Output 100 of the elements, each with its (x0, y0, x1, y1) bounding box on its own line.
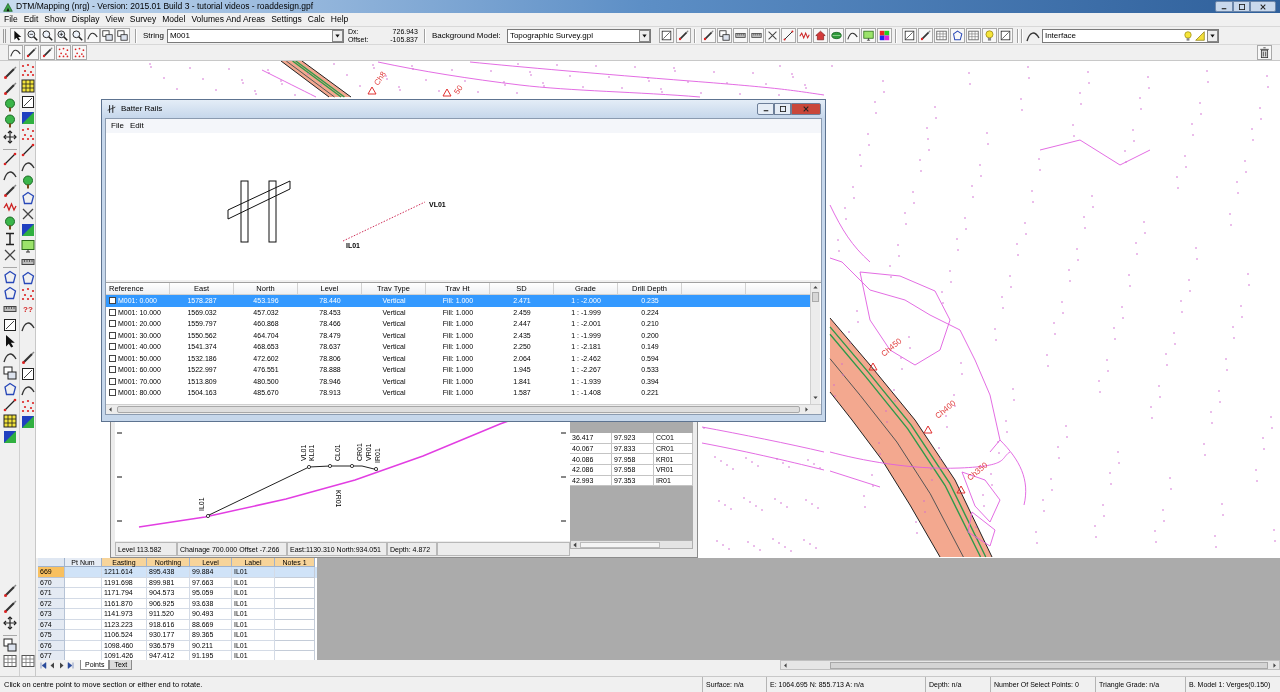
maximize-button[interactable] (1233, 1, 1250, 12)
tree-icon[interactable] (21, 175, 35, 189)
menu-item[interactable]: View (102, 15, 127, 24)
wave-icon[interactable] (796, 28, 812, 43)
row-checkbox[interactable] (109, 343, 116, 351)
arrow-left-icon[interactable] (49, 661, 56, 669)
pen-icon[interactable] (3, 600, 17, 614)
tree-icon[interactable] (3, 114, 17, 128)
split-square-icon[interactable] (3, 430, 17, 444)
caret-icon[interactable] (1206, 29, 1218, 42)
row-checkbox[interactable] (109, 297, 116, 305)
table-icon[interactable] (21, 654, 35, 668)
menu-item[interactable]: File (1, 15, 21, 24)
horizontal-scrollbar[interactable] (570, 540, 693, 549)
polygon-icon[interactable] (949, 28, 965, 43)
close-button[interactable] (1250, 1, 1276, 12)
polygon-icon[interactable] (3, 286, 17, 300)
scrollbar-thumb[interactable] (117, 406, 800, 413)
pointer-icon[interactable] (3, 334, 17, 348)
table-icon[interactable] (965, 28, 981, 43)
line-icon[interactable] (3, 152, 17, 166)
polygon-icon[interactable] (21, 271, 35, 285)
arrow-right-icon[interactable] (802, 405, 811, 414)
magnifier-icon[interactable] (40, 28, 55, 43)
horizontal-scrollbar[interactable] (780, 660, 1280, 670)
windows-icon[interactable] (100, 28, 115, 43)
skip-forward-icon[interactable] (67, 661, 74, 669)
query-button[interactable]: ?? (21, 303, 35, 317)
curve-icon[interactable] (8, 45, 23, 60)
windows-icon[interactable] (115, 28, 130, 43)
magnifier-plus-icon[interactable] (55, 28, 70, 43)
ruler-icon[interactable] (748, 28, 764, 43)
pen-icon[interactable] (675, 28, 691, 43)
maximize-button[interactable] (774, 103, 791, 115)
palette-icon[interactable] (876, 28, 892, 43)
windows-icon[interactable] (3, 638, 17, 652)
table-icon[interactable] (933, 28, 949, 43)
curve-icon[interactable] (21, 319, 35, 333)
minimize-button[interactable] (1215, 1, 1233, 12)
split-square-icon[interactable] (21, 223, 35, 237)
vertical-scrollbar[interactable] (810, 283, 820, 404)
arrow-left-icon[interactable] (781, 660, 790, 670)
square-icon[interactable] (21, 95, 35, 109)
polygon-icon[interactable] (3, 382, 17, 396)
leaf-icon[interactable] (828, 28, 844, 43)
row-checkbox[interactable] (109, 366, 116, 374)
row-checkbox[interactable] (109, 331, 116, 339)
line-icon[interactable] (21, 143, 35, 157)
dots-icon[interactable] (21, 63, 35, 77)
pen-icon[interactable] (917, 28, 933, 43)
pen-icon[interactable] (40, 45, 55, 60)
row-checkbox[interactable] (109, 320, 116, 328)
pen-icon[interactable] (3, 584, 17, 598)
menu-item[interactable]: Volumes And Areas (188, 15, 269, 24)
menu-item[interactable]: Model (159, 15, 189, 24)
curve-icon[interactable] (21, 383, 35, 397)
cross-icon[interactable] (764, 28, 780, 43)
curve-icon[interactable] (3, 350, 17, 364)
split-square-icon[interactable] (21, 111, 35, 125)
dots-icon[interactable] (21, 287, 35, 301)
ruler-icon[interactable] (732, 28, 748, 43)
arrow-right-icon[interactable] (58, 661, 65, 669)
scrollbar-thumb[interactable] (830, 661, 1268, 669)
trash-icon[interactable] (1257, 45, 1272, 60)
pen-icon[interactable] (700, 28, 716, 43)
curve-icon[interactable] (3, 168, 17, 182)
caret-icon[interactable] (638, 29, 650, 42)
menu-item[interactable]: Help (327, 15, 352, 24)
string-dropdown[interactable]: M001 (166, 28, 344, 43)
layer-dropdown[interactable]: Interface (1041, 28, 1219, 43)
dots-icon[interactable] (21, 399, 35, 413)
windows-icon[interactable] (716, 28, 732, 43)
menu-item[interactable]: Calc (304, 15, 328, 24)
arrow-right-icon[interactable] (1270, 660, 1279, 670)
menu-item[interactable]: Display (68, 15, 103, 24)
arrow-left-icon[interactable] (106, 405, 115, 414)
pen-icon[interactable] (3, 66, 17, 80)
grid-icon[interactable] (3, 414, 17, 428)
scrollbar-thumb[interactable] (812, 292, 819, 302)
cross-icon[interactable] (21, 207, 35, 221)
row-checkbox[interactable] (109, 389, 116, 397)
row-checkbox[interactable] (109, 308, 116, 316)
row-checkbox[interactable] (109, 354, 116, 362)
pen-icon[interactable] (24, 45, 39, 60)
dots-icon[interactable] (72, 45, 87, 60)
table-icon[interactable] (3, 654, 17, 668)
windows-icon[interactable] (3, 366, 17, 380)
menu-item[interactable]: Edit (20, 15, 42, 24)
menu-item[interactable]: Survey (126, 15, 160, 24)
move-icon[interactable] (3, 616, 17, 630)
polygon-icon[interactable] (3, 270, 17, 284)
split-square-icon[interactable] (21, 415, 35, 429)
curve-icon[interactable] (85, 28, 100, 43)
pen-icon[interactable] (3, 82, 17, 96)
line-icon[interactable] (3, 398, 17, 412)
menu-item[interactable]: Show (41, 15, 69, 24)
menu-item[interactable]: Edit (126, 122, 147, 130)
arrow-down-icon[interactable] (811, 393, 820, 402)
menu-item[interactable]: Settings (268, 15, 305, 24)
menu-item[interactable]: File (108, 122, 127, 130)
